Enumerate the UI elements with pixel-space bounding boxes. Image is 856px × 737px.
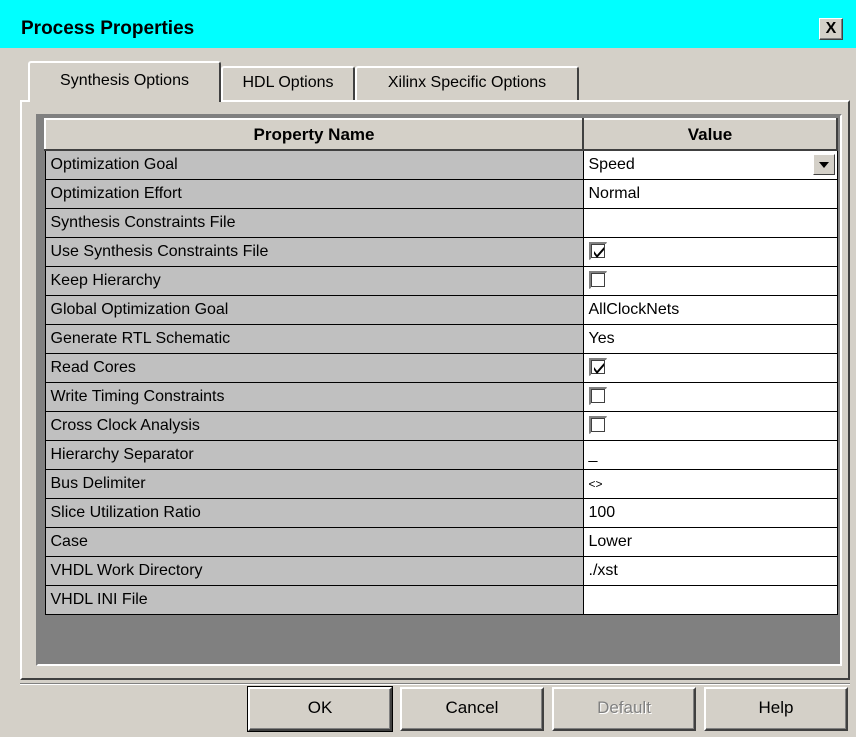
property-value[interactable]: <> <box>582 468 838 499</box>
table-row[interactable]: Generate RTL Schematic Yes <box>44 323 838 354</box>
property-name: VHDL INI File <box>44 584 584 615</box>
table-row[interactable]: Slice Utilization Ratio 100 <box>44 497 838 528</box>
grid-header-row: Property Name Value <box>44 118 838 151</box>
property-name: Generate RTL Schematic <box>44 323 584 354</box>
property-value[interactable]: AllClockNets <box>582 294 838 325</box>
property-name: Synthesis Constraints File <box>44 207 584 238</box>
dropdown-value: Speed <box>588 156 635 174</box>
close-icon: X <box>825 20 837 37</box>
property-name: Bus Delimiter <box>44 468 584 499</box>
property-grid: Property Name Value Optimization Goal Sp… <box>44 118 838 615</box>
tab-label: HDL Options <box>242 74 334 91</box>
cross-clock-analysis-checkbox[interactable] <box>588 416 607 435</box>
table-row[interactable]: Read Cores <box>44 352 838 383</box>
property-name: Keep Hierarchy <box>44 265 584 296</box>
table-row[interactable]: Write Timing Constraints <box>44 381 838 412</box>
chevron-down-icon[interactable] <box>812 154 835 176</box>
table-row[interactable]: Global Optimization Goal AllClockNets <box>44 294 838 325</box>
property-value[interactable] <box>582 584 838 615</box>
table-row[interactable]: Use Synthesis Constraints File <box>44 236 838 267</box>
tab-label: Xilinx Specific Options <box>387 74 547 91</box>
close-button[interactable]: X <box>819 18 843 40</box>
read-cores-checkbox[interactable] <box>588 358 607 377</box>
table-row[interactable]: Cross Clock Analysis <box>44 410 838 441</box>
column-header-property-name[interactable]: Property Name <box>44 118 584 151</box>
table-row[interactable]: Keep Hierarchy <box>44 265 838 296</box>
keep-hierarchy-checkbox[interactable] <box>588 271 607 290</box>
table-row[interactable]: Hierarchy Separator _ <box>44 439 838 470</box>
table-row[interactable]: Bus Delimiter <> <box>44 468 838 499</box>
property-value[interactable]: 100 <box>582 497 838 528</box>
tab-label: Synthesis Options <box>60 72 189 89</box>
divider <box>20 683 850 685</box>
table-row[interactable]: Optimization Goal Speed <box>44 149 838 180</box>
checkmark-icon <box>593 247 604 259</box>
property-value[interactable]: ./xst <box>582 555 838 586</box>
window-title: Process Properties <box>21 18 195 39</box>
property-value[interactable]: _ <box>582 439 838 470</box>
property-name: Hierarchy Separator <box>44 439 584 470</box>
table-row[interactable]: Synthesis Constraints File <box>44 207 838 238</box>
table-row[interactable]: VHDL INI File <box>44 584 838 615</box>
property-name: Optimization Goal <box>44 149 584 180</box>
table-row[interactable]: Optimization Effort Normal <box>44 178 838 209</box>
property-name: Slice Utilization Ratio <box>44 497 584 528</box>
tab-xilinx-specific-options[interactable]: Xilinx Specific Options <box>355 66 579 100</box>
property-value[interactable]: Normal <box>582 178 838 209</box>
property-name: Global Optimization Goal <box>44 294 584 325</box>
column-header-value[interactable]: Value <box>582 118 838 151</box>
property-name: Case <box>44 526 584 557</box>
help-button[interactable]: Help <box>704 687 848 731</box>
property-name: Read Cores <box>44 352 584 383</box>
table-row[interactable]: Case Lower <box>44 526 838 557</box>
tab-hdl-options[interactable]: HDL Options <box>221 66 355 100</box>
checkmark-icon <box>593 363 604 375</box>
property-value-cell <box>582 381 838 412</box>
write-timing-constraints-checkbox[interactable] <box>588 387 607 406</box>
property-value-cell <box>582 410 838 441</box>
property-value[interactable]: Yes <box>582 323 838 354</box>
title-bar: Process Properties X <box>0 0 856 48</box>
cancel-button[interactable]: Cancel <box>400 687 544 731</box>
property-name: VHDL Work Directory <box>44 555 584 586</box>
table-row[interactable]: VHDL Work Directory ./xst <box>44 555 838 586</box>
property-name: Write Timing Constraints <box>44 381 584 412</box>
property-name: Cross Clock Analysis <box>44 410 584 441</box>
ok-button[interactable]: OK <box>247 686 393 732</box>
optimization-goal-dropdown[interactable]: Speed <box>582 149 838 180</box>
default-button[interactable]: Default <box>552 687 696 731</box>
property-value-cell <box>582 265 838 296</box>
use-synthesis-constraints-checkbox[interactable] <box>588 242 607 261</box>
property-value[interactable] <box>582 207 838 238</box>
tab-synthesis-options[interactable]: Synthesis Options <box>28 61 221 102</box>
property-value[interactable]: Lower <box>582 526 838 557</box>
property-name: Use Synthesis Constraints File <box>44 236 584 267</box>
property-value-cell <box>582 236 838 267</box>
property-name: Optimization Effort <box>44 178 584 209</box>
property-value-cell <box>582 352 838 383</box>
